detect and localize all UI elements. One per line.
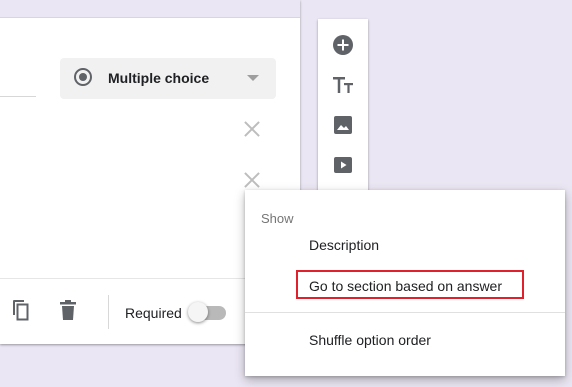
image-icon[interactable] xyxy=(331,113,355,137)
duplicate-icon[interactable] xyxy=(10,300,30,322)
question-type-label: Multiple choice xyxy=(108,70,210,86)
remove-option-close-icon[interactable] xyxy=(244,121,260,137)
delete-trash-icon[interactable] xyxy=(58,300,78,322)
card-top-divider xyxy=(0,0,300,18)
highlight-annotation-box xyxy=(296,270,524,299)
question-title-underline xyxy=(0,96,36,97)
question-type-dropdown[interactable]: Multiple choice xyxy=(60,58,276,99)
menu-header: Show xyxy=(261,211,294,226)
required-label: Required xyxy=(125,305,182,321)
menu-divider xyxy=(245,312,565,313)
dropdown-arrow-icon xyxy=(247,75,259,81)
footer-separator xyxy=(108,295,109,329)
required-toggle-thumb[interactable] xyxy=(188,302,208,322)
menu-item-shuffle-option-order[interactable]: Shuffle option order xyxy=(309,332,431,348)
video-icon[interactable] xyxy=(331,153,355,177)
show-options-menu: Show Description Go to section based on … xyxy=(245,190,565,376)
title-text-icon[interactable] xyxy=(331,73,355,97)
menu-item-description[interactable]: Description xyxy=(309,237,379,253)
remove-option-close-icon[interactable] xyxy=(244,172,260,188)
add-question-icon[interactable] xyxy=(331,33,355,57)
radio-button-icon xyxy=(74,68,92,86)
floating-toolbar xyxy=(318,19,368,197)
